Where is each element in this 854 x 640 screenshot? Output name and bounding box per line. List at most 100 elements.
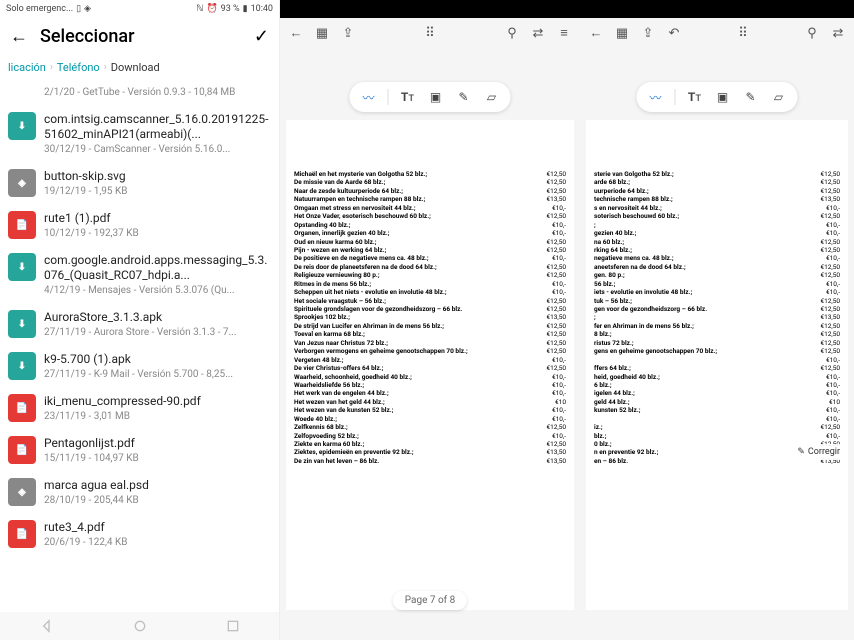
price-row: rking 64 blz.;€12,50 [594,246,840,254]
price-row: De reis door de planeetsferen na de dood… [294,263,566,271]
file-name: AuroraStore_3.1.3.apk [44,310,271,325]
price-row: 6 blz.;€10,- [594,381,840,389]
price-row: ;€10,- [594,221,840,229]
price-row: Zelfopvoeding 52 blz.;€10,- [294,432,566,440]
image-icon[interactable]: ▣ [714,88,732,106]
file-item[interactable]: ◈ button-skip.svg 19/12/19 - 1,95 KB [0,162,279,204]
file-item[interactable]: ◈ marca agua eal.psd 28/10/19 - 205,44 K… [0,471,279,513]
android-nav-bar [0,612,279,640]
crumb-0[interactable]: licación [8,61,46,74]
file-item[interactable]: 📄 Pentagonlijst.pdf 15/11/19 - 104,97 KB [0,429,279,471]
pdf-toolbar: ← ▦ ⇪ ↶ ⠿ ⚲ ⇄ [580,18,854,48]
text-icon[interactable]: Tт [399,88,417,106]
price-row: De positieve en de negatieve mens ca. 48… [294,254,566,262]
price-row: s en nervositeit 44 blz.;€10,- [594,204,840,212]
file-name: button-skip.svg [44,169,271,184]
status-network-text: Solo emergenc... [6,4,73,14]
pen-icon[interactable]: 〰 [647,88,665,106]
price-row: sterie van Golgotha 52 blz.;€12,50 [594,170,840,178]
more-icon[interactable]: ≡ [556,25,572,41]
file-item[interactable]: 📄 rute3_4.pdf 20/6/19 - 122,4 KB [0,513,279,555]
pdf-viewer-panel-right: ← ▦ ⇪ ↶ ⠿ ⚲ ⇄ 〰 Tт ▣ ✎ ▱ sterie van Golg… [580,0,854,640]
pdf-page[interactable]: sterie van Golgotha 52 blz.;€12,50arde 6… [586,120,848,610]
price-row: fer en Ahriman in de mens 56 blz.;€12,50 [594,322,840,330]
price-row: aneetsferen na de dood 64 blz.;€12,50 [594,263,840,271]
back-icon[interactable]: ← [288,25,304,41]
file-item[interactable]: 2/1/20 - GetTube - Versión 0.9.3 - 10,84… [0,80,279,105]
nav-recent-icon[interactable] [225,618,241,634]
comment-icon[interactable]: ✎ [455,88,473,106]
grid-icon[interactable]: ▦ [614,25,630,41]
price-row: Het Onze Vader, esoterisch beschouwd 60 … [294,212,566,220]
apps-icon[interactable]: ⠿ [422,25,438,41]
price-row: Het werk van de engelen 44 blz.;€10,- [294,389,566,397]
file-name: rute3_4.pdf [44,520,271,535]
price-row: iets - evolutie en involutie 48 blz.;€10… [594,288,840,296]
chevron-right-icon: › [104,62,107,73]
apps-icon[interactable]: ⠿ [735,25,751,41]
price-row: soterisch beschouwd 60 blz.;€12,50 [594,212,840,220]
price-row: €10,- [594,415,840,423]
price-row: Religieuze vernieuwing 80 p.;€12,50 [294,271,566,279]
file-item[interactable]: ⬇ AuroraStore_3.1.3.apk 27/11/19 - Auror… [0,303,279,345]
price-row: Michaël en het mysterie van Golgotha 52 … [294,170,566,178]
comment-icon[interactable]: ✎ [742,88,760,106]
crumb-1[interactable]: Teléfono [57,61,100,74]
undo-icon[interactable]: ↶ [666,25,682,41]
price-row: blz.;€10,- [594,432,840,440]
price-row: Pijn - wezen en werking 64 blz.;€12,50 [294,246,566,254]
price-row: Naar de zesde kultuurperiode 64 blz.;€12… [294,187,566,195]
share-icon[interactable]: ⇪ [340,25,356,41]
note-icon[interactable]: ▱ [770,88,788,106]
price-row: Sprookjes 102 blz.;€13,50 [294,313,566,321]
note-icon[interactable]: ▱ [483,88,501,106]
nav-back-icon[interactable] [39,618,55,634]
image-icon[interactable]: ▣ [427,88,445,106]
file-item[interactable]: 📄 iki_menu_compressed-90.pdf 23/11/19 - … [0,387,279,429]
wifi-icon: ◈ [84,4,91,14]
chevron-right-icon: › [50,62,53,73]
crumb-2[interactable]: Download [111,61,160,74]
pdf-file-icon: 📄 [8,520,36,548]
back-arrow-icon[interactable]: ← [10,26,28,47]
search-icon[interactable]: ⚲ [504,25,520,41]
reflow-icon[interactable]: ⇄ [530,25,546,41]
search-icon[interactable]: ⚲ [804,25,820,41]
battery-pct: 93 % [221,4,240,14]
nav-home-icon[interactable] [132,618,148,634]
file-list: 2/1/20 - GetTube - Versión 0.9.3 - 10,84… [0,80,279,555]
breadcrumb: licación › Teléfono › Download [0,55,279,80]
file-name: rute1 (1).pdf [44,211,271,226]
confirm-check-icon[interactable]: ✓ [254,26,269,47]
file-item[interactable]: ⬇ com.google.android.apps.messaging_5.3.… [0,246,279,303]
price-row: gezien 40 blz.;€10,- [594,229,840,237]
file-name: k9-5.700 (1).apk [44,352,271,367]
reflow-icon[interactable]: ⇄ [830,25,846,41]
price-row: Ritmes in de mens 56 blz.;€10,- [294,280,566,288]
price-row: ffers 64 blz.;€12,50 [594,364,840,372]
back-icon[interactable]: ← [588,25,604,41]
apk-file-icon: ⬇ [8,352,36,380]
price-row: Omgaan met stress en nervositeit 44 blz.… [294,204,566,212]
price-row: €10,- [594,356,840,364]
file-meta: 28/10/19 - 205,44 KB [44,495,271,506]
pen-icon[interactable]: 〰 [360,88,378,106]
file-item[interactable]: ⬇ k9-5.700 (1).apk 27/11/19 - K-9 Mail -… [0,345,279,387]
price-row: Ziektes, epidemieën en preventie 92 blz.… [294,448,566,456]
price-row: Scheppen uit het niets - evolutie en inv… [294,288,566,296]
price-row: Van Jezus naar Christus 72 blz.;€12,50 [294,339,566,347]
price-row: gens en geheime genootschappen 70 blz.;€… [594,347,840,355]
share-icon[interactable]: ⇪ [640,25,656,41]
file-item[interactable]: ⬇ com.intsig.camscanner_5.16.0.20191225-… [0,105,279,162]
correct-button[interactable]: ✎ Corregir [791,444,846,460]
price-row: Organen, innerlijk gezien 40 blz.;€10,- [294,229,566,237]
price-row: Waarheid, schoonheid, goedheid 40 blz.;€… [294,373,566,381]
price-row: arde 68 blz.;€12,50 [594,178,840,186]
file-meta: 4/12/19 - Mensajes - Versión 5.3.076 (Qu… [44,285,271,296]
price-row: ristus 72 blz.;€12,50 [594,339,840,347]
file-item[interactable]: 📄 rute1 (1).pdf 10/12/19 - 192,37 KB [0,204,279,246]
pdf-page[interactable]: Michaël en het mysterie van Golgotha 52 … [286,120,574,610]
text-icon[interactable]: Tт [686,88,704,106]
grid-icon[interactable]: ▦ [314,25,330,41]
price-row: heid, goedheid 40 blz.;€10,- [594,373,840,381]
